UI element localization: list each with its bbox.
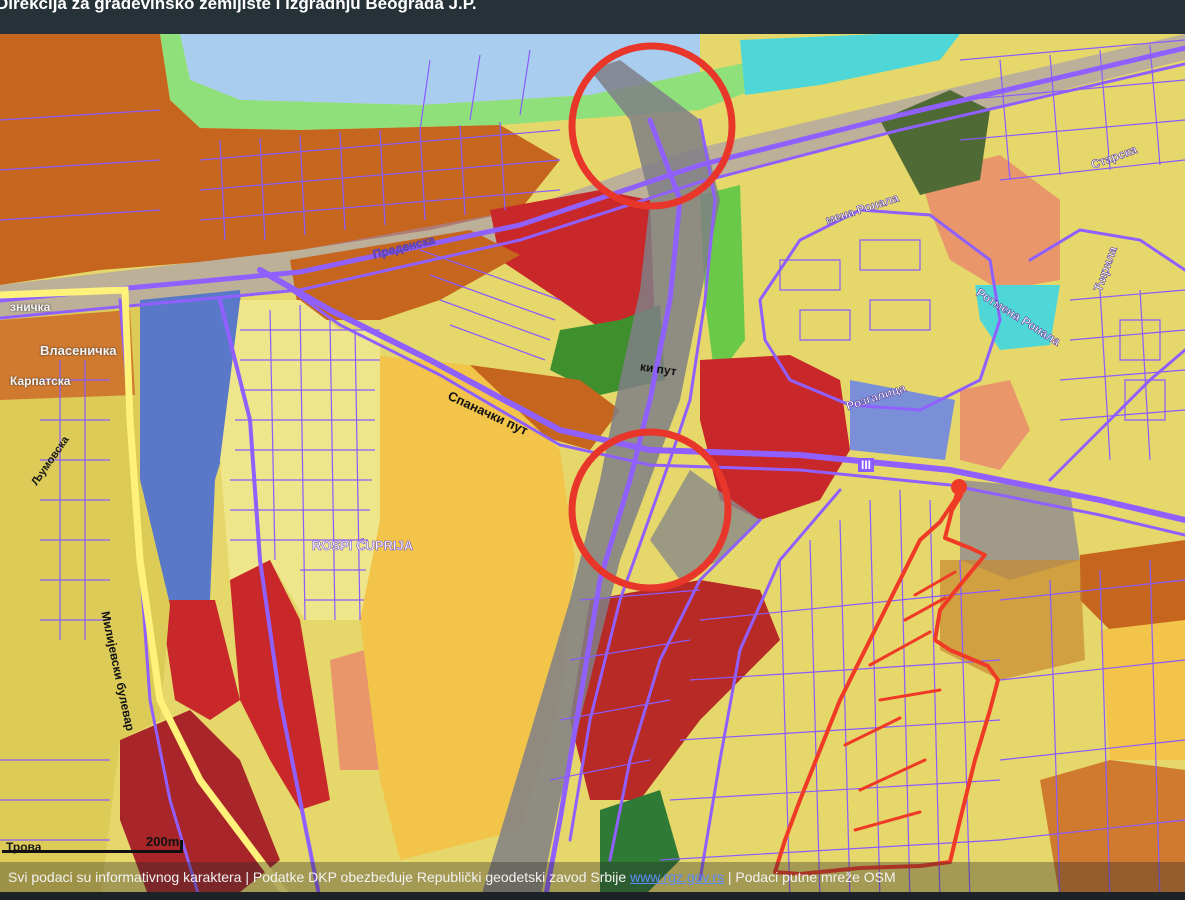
scale-line (2, 850, 182, 853)
gold-zone-southeast (1100, 620, 1185, 760)
street-label-vlasenicka: Власеничка (40, 343, 117, 358)
scale-label: 200m (146, 834, 180, 849)
scale-bar: 200m (0, 824, 190, 854)
attribution-link[interactable]: www.rgz.gov.rs (630, 869, 724, 885)
map-attribution: Svi podaci su informativnog karaktera | … (0, 862, 1185, 892)
residential-zone-strips (220, 300, 380, 620)
page: Direkcija za građevinsko zemljište i izg… (0, 0, 1185, 900)
attribution-text-after: | Podaci putne mreže OSM (723, 869, 896, 885)
scale-tick (180, 840, 183, 853)
road-number-label: III (858, 458, 875, 472)
zoning-map[interactable] (0, 34, 1185, 900)
street-label-karpatska: Карпатска (10, 374, 71, 388)
annotation-dot (951, 479, 967, 495)
place-label-rospi-cuprija: ROSPI ĆUPRIJA (312, 538, 414, 554)
street-label-zenicka: зничка (10, 300, 51, 314)
title-bar: Direkcija za građevinsko zemljište i izg… (0, 0, 1185, 34)
bottom-bar (0, 892, 1185, 900)
page-title: Direkcija za građevinsko zemljište i izg… (0, 0, 477, 13)
attribution-text-before: Svi podaci su informativnog karaktera | … (8, 869, 631, 885)
